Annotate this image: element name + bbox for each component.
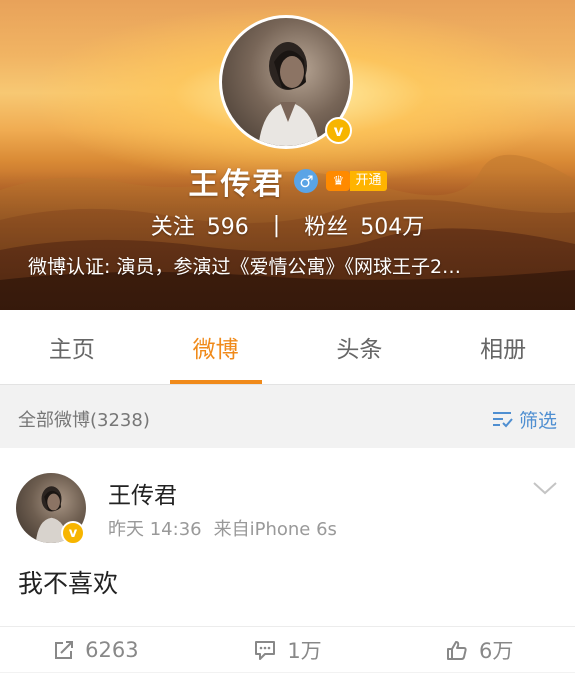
post-card: v 王传君 昨天 14:36 来自iPhone 6s 我不喜欢 6263 1万 [0, 448, 575, 672]
verified-badge-small: v [61, 521, 85, 545]
post-meta: 昨天 14:36 来自iPhone 6s [108, 515, 337, 541]
post-source: 来自iPhone 6s [213, 519, 337, 540]
comment-icon [255, 641, 276, 660]
filter-bar: 全部微博(3238) 筛选 [0, 395, 575, 443]
like-count: 6万 [478, 639, 514, 663]
tab-album[interactable]: 相册 [431, 310, 575, 384]
repost-icon [55, 641, 74, 659]
follow-count: 596 [206, 215, 249, 240]
name-row: 王传君 ♂ ♛ 开通 [0, 160, 575, 202]
repost-button[interactable]: 6263 [0, 627, 192, 673]
tab-weibo[interactable]: 微博 [144, 310, 288, 384]
repost-count: 6263 [85, 638, 139, 662]
certification-text: 微博认证: 演员，参演过《爱情公寓》《网球王子2… [28, 256, 462, 278]
profile-header: v 王传君 ♂ ♛ 开通 关注 596 | 粉丝 504万 微博认证: 演员，参演过… [0, 0, 575, 310]
male-icon: ♂ [294, 169, 319, 193]
crown-icon: ♛ [326, 171, 351, 191]
thumbs-up-icon [446, 641, 467, 660]
filter-label: 筛选 [518, 409, 557, 432]
filter-icon [492, 412, 513, 428]
post-action-bar: 6263 1万 6万 [0, 626, 575, 673]
profile-name: 王传君 [188, 167, 285, 202]
tab-headlines[interactable]: 头条 [288, 310, 432, 384]
vip-open-button[interactable]: ♛ 开通 [326, 171, 387, 191]
post-time: 昨天 14:36 [108, 519, 202, 540]
fans-count: 504万 [360, 215, 425, 240]
follow-stat[interactable]: 关注 596 [151, 209, 249, 241]
follow-stats: 关注 596 | 粉丝 504万 [0, 208, 575, 242]
fans-stat[interactable]: 粉丝 504万 [304, 209, 424, 241]
post-text: 我不喜欢 [18, 569, 119, 598]
verified-badge: v [325, 117, 352, 144]
comment-count: 1万 [287, 639, 322, 663]
vip-open-label: 开通 [350, 171, 387, 191]
all-posts-count: 全部微博(3238) [18, 410, 150, 431]
filter-button[interactable]: 筛选 [491, 406, 557, 433]
like-button[interactable]: 6万 [383, 627, 575, 673]
follow-label: 关注 [150, 215, 195, 240]
fans-label: 粉丝 [304, 215, 349, 240]
chevron-down-icon[interactable] [532, 480, 558, 496]
comment-button[interactable]: 1万 [192, 627, 384, 673]
stats-separator: | [272, 212, 281, 238]
post-author[interactable]: 王传君 [108, 476, 177, 510]
person-silhouette [258, 42, 320, 146]
profile-tabs: 主页 微博 头条 相册 [0, 310, 575, 385]
tab-home[interactable]: 主页 [0, 310, 144, 384]
